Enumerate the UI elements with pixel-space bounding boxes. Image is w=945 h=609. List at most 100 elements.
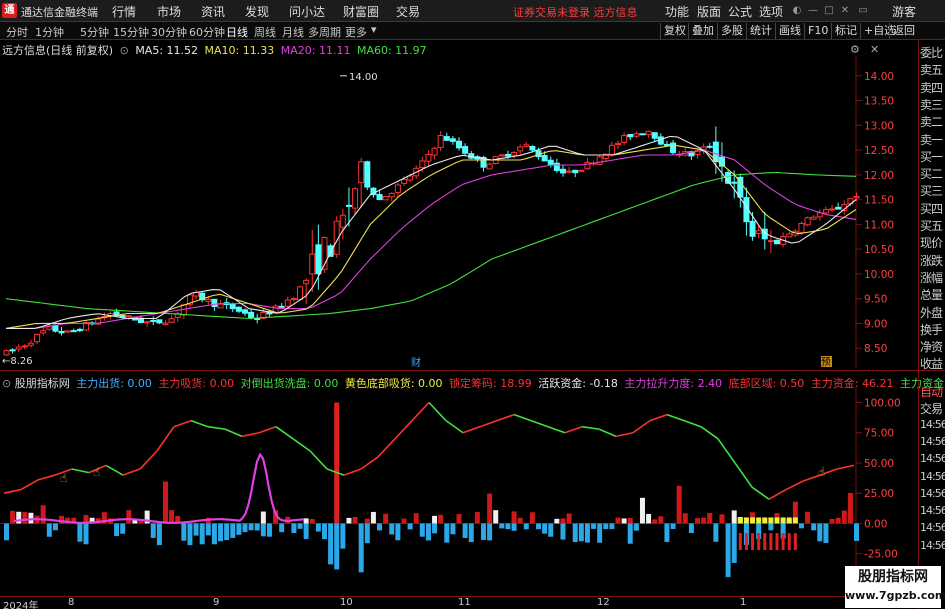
period-monthly[interactable]: 月线 — [282, 24, 304, 40]
menu-options[interactable]: 选项 — [759, 3, 783, 20]
draw-line-button[interactable]: 画线 — [775, 23, 804, 39]
main-funds-segment — [717, 438, 736, 464]
sidebar-item[interactable]: 涨幅 — [920, 269, 943, 286]
buy-bar — [829, 519, 835, 524]
sidebar-tick-time[interactable]: 14:56 — [920, 470, 945, 483]
finance-marker[interactable]: 财 — [411, 356, 421, 368]
bottom-buy-bar — [743, 517, 749, 524]
sidebar-item[interactable]: 卖三 — [920, 96, 943, 113]
sidebar-tick-time[interactable]: 14:56 — [920, 521, 945, 534]
sidebar-tick-time[interactable]: 14:56 — [920, 418, 945, 431]
sell-bar — [279, 523, 285, 533]
period-15min[interactable]: 15分钟 — [113, 24, 149, 40]
sidebar-item[interactable]: 卖二 — [920, 113, 943, 130]
menu-discover[interactable]: 发现 — [245, 3, 269, 20]
forecast-marker[interactable]: 预 — [821, 357, 831, 368]
close-icon[interactable]: ✕ — [838, 1, 852, 20]
sidebar-item[interactable]: 净资 — [920, 338, 943, 355]
statistics-button[interactable]: 统计 — [746, 23, 775, 39]
guest-user[interactable]: 游客 — [892, 3, 916, 20]
period-60min[interactable]: 60分钟 — [189, 24, 225, 40]
sidebar-item[interactable]: 委比 — [920, 44, 943, 61]
sell-bar — [572, 523, 578, 543]
sidebar-item[interactable]: 买一 — [920, 148, 943, 165]
sidebar-item[interactable]: 收益 — [920, 355, 943, 372]
sidebar-item[interactable]: 外盘 — [920, 304, 943, 321]
main-y-label: 10.50 — [864, 244, 894, 256]
menu-market[interactable]: 市场 — [157, 3, 181, 20]
sidebar-item[interactable]: 买二 — [920, 165, 943, 182]
period-1min[interactable]: 1分钟 — [35, 24, 64, 40]
trade-login-warning[interactable]: 证券交易未登录 远方信息 — [513, 4, 638, 20]
adjust-button[interactable]: 复权 — [660, 23, 689, 39]
sidebar-item[interactable]: 换手 — [920, 321, 943, 338]
menu-news[interactable]: 资讯 — [201, 3, 225, 20]
candle — [443, 132, 450, 141]
candle — [816, 209, 823, 221]
sidebar-item[interactable]: 现价 — [920, 234, 943, 251]
sell-bar — [578, 523, 584, 542]
menu-trade[interactable]: 交易 — [396, 3, 420, 20]
period-timeshare[interactable]: 分时 — [6, 24, 28, 40]
x-label-dec: 12 — [597, 597, 610, 608]
sidebar-item[interactable]: 卖一 — [920, 131, 943, 148]
menu-function[interactable]: 功能 — [665, 3, 689, 20]
maximize-icon[interactable]: □ — [822, 1, 836, 20]
chart-settings-icon[interactable]: ⚙ — [850, 43, 860, 56]
sidebar-item[interactable]: 买五 — [920, 217, 943, 234]
skin-icon[interactable]: ◐ — [790, 1, 804, 20]
period-multi[interactable]: 多周期 — [308, 24, 341, 40]
sidebar-tick-time[interactable]: 14:56 — [920, 487, 945, 500]
sidebar-tick-time[interactable]: 14:56 — [920, 504, 945, 517]
sidebar-item[interactable]: 买三 — [920, 182, 943, 199]
main-funds-segment — [615, 431, 634, 438]
sidebar-item[interactable]: 买四 — [920, 200, 943, 217]
menu-layout[interactable]: 版面 — [697, 3, 721, 20]
sidebar-trade-item[interactable]: 自动 — [920, 383, 943, 400]
app-title: 通达信金融终端 — [21, 6, 98, 19]
mark-button[interactable]: 标记 — [831, 23, 860, 39]
menu-wealth-circle[interactable]: 财富圈 — [343, 3, 379, 20]
candle — [174, 311, 181, 322]
sidebar-item[interactable]: 涨跌 — [920, 252, 943, 269]
sidebar-item[interactable]: 总量 — [920, 286, 943, 303]
price-chart[interactable]: 14.00 13.50 13.00 12.50 12.00 11.50 11.00 10.50… — [0, 56, 918, 368]
indicator-chart[interactable]: 100.0075.0050.0025.000.00-25.00-50.00☝☝☝ — [0, 388, 918, 596]
buy-bar — [401, 518, 407, 524]
overlay-button[interactable]: 叠加 — [688, 23, 717, 39]
candle — [150, 316, 157, 326]
period-5min[interactable]: 5分钟 — [80, 24, 109, 40]
sell-bar — [358, 523, 364, 573]
period-more[interactable]: 更多 — [345, 24, 367, 40]
sell-bar — [688, 523, 694, 534]
sell-bar — [364, 523, 370, 544]
minimize-icon[interactable]: — — [806, 1, 820, 20]
low-price-label: ←8.26 — [2, 356, 33, 367]
multi-stock-button[interactable]: 多股 — [717, 23, 746, 39]
main-funds-segment — [751, 486, 770, 500]
lock-chips-bar — [757, 533, 761, 551]
more-dropdown-icon[interactable]: ▾ — [371, 23, 377, 36]
period-weekly[interactable]: 周线 — [254, 24, 276, 40]
period-30min[interactable]: 30分钟 — [151, 24, 187, 40]
f10-button[interactable]: F10 — [804, 23, 831, 39]
sidebar-tick-time[interactable]: 14:56 — [920, 452, 945, 465]
menu-ask-xiaoda[interactable]: 问小达 — [289, 3, 325, 20]
restore-icon[interactable]: ▭ — [856, 1, 870, 20]
menu-quotes[interactable]: 行情 — [112, 3, 136, 20]
back-button[interactable]: 返回 — [889, 23, 918, 39]
main-funds-segment — [37, 474, 56, 481]
period-daily[interactable]: 日线 — [226, 24, 248, 40]
sidebar-item[interactable]: 卖五 — [920, 61, 943, 78]
sidebar-tick-time[interactable]: 14:56 — [920, 539, 945, 552]
menu-formula[interactable]: 公式 — [728, 3, 752, 20]
chart-close-icon[interactable]: ✕ — [870, 43, 879, 56]
candle — [352, 187, 359, 215]
sidebar-trade-item[interactable]: 交易 — [920, 400, 943, 417]
lock-chips-bar — [787, 533, 791, 551]
main-funds-segment — [241, 431, 260, 438]
main-funds-segment — [428, 401, 447, 422]
sidebar-item[interactable]: 卖四 — [920, 79, 943, 96]
sidebar-tick-time[interactable]: 14:56 — [920, 435, 945, 448]
candle — [578, 169, 585, 173]
